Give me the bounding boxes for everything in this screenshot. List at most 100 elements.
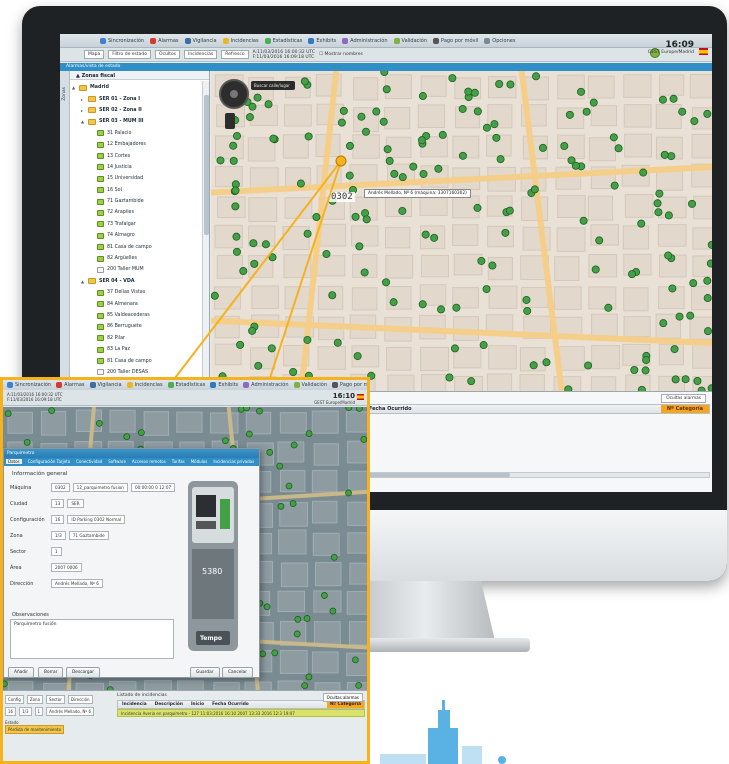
tree-item[interactable]: 14 Justicia xyxy=(72,162,198,173)
refresh-button[interactable]: Refresco xyxy=(221,50,249,59)
field-value[interactable]: 0302 xyxy=(51,483,70,492)
column-header[interactable]: Nº Categoría xyxy=(660,405,709,413)
state-filter-button[interactable]: Filtro de estado xyxy=(108,50,152,59)
tree-header[interactable]: ▲ Zonas fiscal xyxy=(70,71,209,80)
toolbar-item-validation[interactable]: Validación xyxy=(393,37,427,44)
tree-item[interactable]: 71 Gaztambide xyxy=(72,196,198,207)
mode-select[interactable]: Mapa xyxy=(84,50,105,59)
download-button[interactable]: Descargar xyxy=(66,667,101,678)
map-canvas[interactable] xyxy=(211,71,712,391)
expand-toggle-icon[interactable]: ▸ xyxy=(81,97,86,102)
toolbar-item-mobile-pay[interactable]: Pago por móvil xyxy=(332,382,367,388)
expand-toggle-icon[interactable]: ▲ xyxy=(81,119,86,124)
expand-toggle-icon[interactable]: ▸ xyxy=(81,108,86,113)
tree-item[interactable]: 82 Pilar xyxy=(72,333,198,344)
tree-item[interactable]: 86 Berruguete xyxy=(72,321,198,332)
field-value[interactable]: ID Parking 0302 Normal xyxy=(67,515,126,524)
cancel-button[interactable]: Cancelar xyxy=(222,667,253,678)
incidents-button[interactable]: Incidencias xyxy=(184,50,218,59)
tree-item[interactable]: 74 Almagro xyxy=(72,230,198,241)
tree-item[interactable]: ▸ SER 01 - Zona I xyxy=(72,93,198,104)
map-zoom-control[interactable] xyxy=(225,113,235,129)
table-row[interactable]: Incidencia Averia en parquímetro - 127 1… xyxy=(117,709,365,717)
tree-item[interactable]: ▲ SER 04 - VDA xyxy=(72,276,198,287)
tree-item[interactable]: ▲ SER 03 - MUM III xyxy=(72,116,198,127)
toolbar-item-sync[interactable]: Sincronización xyxy=(100,37,144,44)
toolbar-item-admin[interactable]: Administración xyxy=(243,382,289,388)
add-button[interactable]: Añadir xyxy=(8,667,34,678)
tree-item[interactable]: 73 Trafalgar xyxy=(72,219,198,230)
toolbar-item-stats[interactable]: Estadísticas xyxy=(264,37,302,44)
tree-scroll-thumb[interactable] xyxy=(204,95,209,235)
column-header[interactable]: Inicio xyxy=(187,702,208,707)
toolbar-item-stats[interactable]: Estadísticas xyxy=(167,382,205,388)
city-map[interactable]: Buscar calle/lugar 0302 Andrés Mellado, … xyxy=(211,71,712,391)
tree-item[interactable]: 16 Sol xyxy=(72,185,198,196)
observations-textarea[interactable]: Parquímetro fusión xyxy=(10,619,174,659)
tree-item[interactable]: 72 Arapiles xyxy=(72,207,198,218)
dialog-tab[interactable]: Configuración Tarjeta xyxy=(28,459,71,464)
tree-item[interactable]: 15 Universidad xyxy=(72,173,198,184)
dialog-tab[interactable]: Incidencias privadas xyxy=(213,459,254,464)
toolbar-item-exhibits[interactable]: Exhibits xyxy=(210,382,238,388)
tree-item[interactable]: 31 Palacio xyxy=(72,128,198,139)
zoom-toolbar: Sincronización Alarmas Vigilancia Incidenci… xyxy=(3,380,367,390)
dialog-tab[interactable]: Datos xyxy=(6,459,22,464)
expand-toggle-icon[interactable]: ▲ xyxy=(81,279,86,284)
tree-item[interactable]: 200 Taller MUM xyxy=(72,264,198,275)
tree-item[interactable]: 81 Casa de campo xyxy=(72,355,198,366)
save-button[interactable]: Guardar xyxy=(190,667,220,678)
map-search-box[interactable]: Buscar calle/lugar xyxy=(251,81,295,90)
tree-item[interactable]: ▸ SER 02 - Zona II xyxy=(72,105,198,116)
dialog-tab[interactable]: Tarifas xyxy=(172,459,185,464)
toolbar-item-surveillance[interactable]: Vigilancia xyxy=(89,382,122,388)
dialog-tab[interactable]: Módulos xyxy=(191,459,208,464)
city-skyline-graphic xyxy=(380,700,506,764)
field-value[interactable]: 12_parquimetro fusion xyxy=(72,483,128,492)
tree-item[interactable]: 82 Argüelles xyxy=(72,253,198,264)
tree-item[interactable]: 37 Delias Vistas xyxy=(72,287,198,298)
tree-item[interactable]: 12 Embajadores xyxy=(72,139,198,150)
field-value[interactable]: 16 xyxy=(51,515,65,524)
field-value[interactable]: 1/3 xyxy=(51,531,66,540)
column-header[interactable]: Fecha Ocurrido xyxy=(208,702,253,707)
map-pan-control[interactable] xyxy=(219,79,249,109)
tree-item[interactable]: 85 Valdeacederas xyxy=(72,310,198,321)
hidden-button[interactable]: Ocultos xyxy=(155,50,181,59)
toolbar-item-options[interactable]: Opciones xyxy=(484,37,515,44)
dialog-tab[interactable]: Conectividad xyxy=(76,459,102,464)
field-value[interactable]: 00:00:00 0 12:07 xyxy=(130,483,176,492)
toolbar-item-surveillance[interactable]: Vigilancia xyxy=(184,37,217,44)
view-tab[interactable]: Alarmas/vista de estado xyxy=(60,63,712,71)
column-header[interactable]: Nº Categoría xyxy=(326,701,364,708)
field-value[interactable]: 1 xyxy=(51,547,62,556)
toolbar-item-validation[interactable]: Validación xyxy=(293,382,327,388)
dialog-tab[interactable]: Software xyxy=(108,459,126,464)
zoom-hide-alarms-button[interactable]: Ocultas alarmas xyxy=(322,693,363,702)
field-value[interactable]: 2007 0006 xyxy=(51,563,82,572)
toolbar-item-admin[interactable]: Administración xyxy=(342,37,388,44)
tree-item[interactable]: 84 Almenara xyxy=(72,298,198,309)
toolbar-item-alarm[interactable]: Alarmas xyxy=(150,37,179,44)
toolbar-item-exhibits[interactable]: Exhibits xyxy=(308,37,336,44)
field-value[interactable]: SER xyxy=(67,499,84,508)
dialog-tab[interactable]: Accesos remotos xyxy=(132,459,166,464)
tree-item[interactable]: 13 Cortes xyxy=(72,150,198,161)
field-value[interactable]: 13 xyxy=(51,499,65,508)
toolbar-item-incidents[interactable]: Incidencias xyxy=(222,37,259,44)
expand-toggle-icon[interactable]: ▲ xyxy=(72,85,77,90)
column-header[interactable]: Incidencia xyxy=(118,702,151,707)
field-value[interactable]: Andrés Mellado, Nº 6 xyxy=(51,579,103,588)
field-value[interactable]: 71 Gaztambide xyxy=(68,531,109,540)
toolbar-item-sync[interactable]: Sincronización xyxy=(7,382,51,388)
delete-button[interactable]: Borrar xyxy=(38,667,64,678)
show-names-checkbox[interactable]: ☐ Mostrar nombres xyxy=(319,52,363,57)
toolbar-item-incidents[interactable]: Incidencias xyxy=(126,382,163,388)
tree-item[interactable]: ▲ Madrid xyxy=(72,82,198,93)
tree-item[interactable]: 83 La Paz xyxy=(72,344,198,355)
toolbar-item-alarm[interactable]: Alarmas xyxy=(56,382,85,388)
toolbar-item-mobile-pay[interactable]: Pago por móvil xyxy=(433,37,478,44)
hide-alarms-button[interactable]: Ocultas alarmas xyxy=(661,394,706,403)
column-header[interactable]: Descripción xyxy=(151,702,187,707)
tree-item[interactable]: 81 Casa de campo xyxy=(72,241,198,252)
